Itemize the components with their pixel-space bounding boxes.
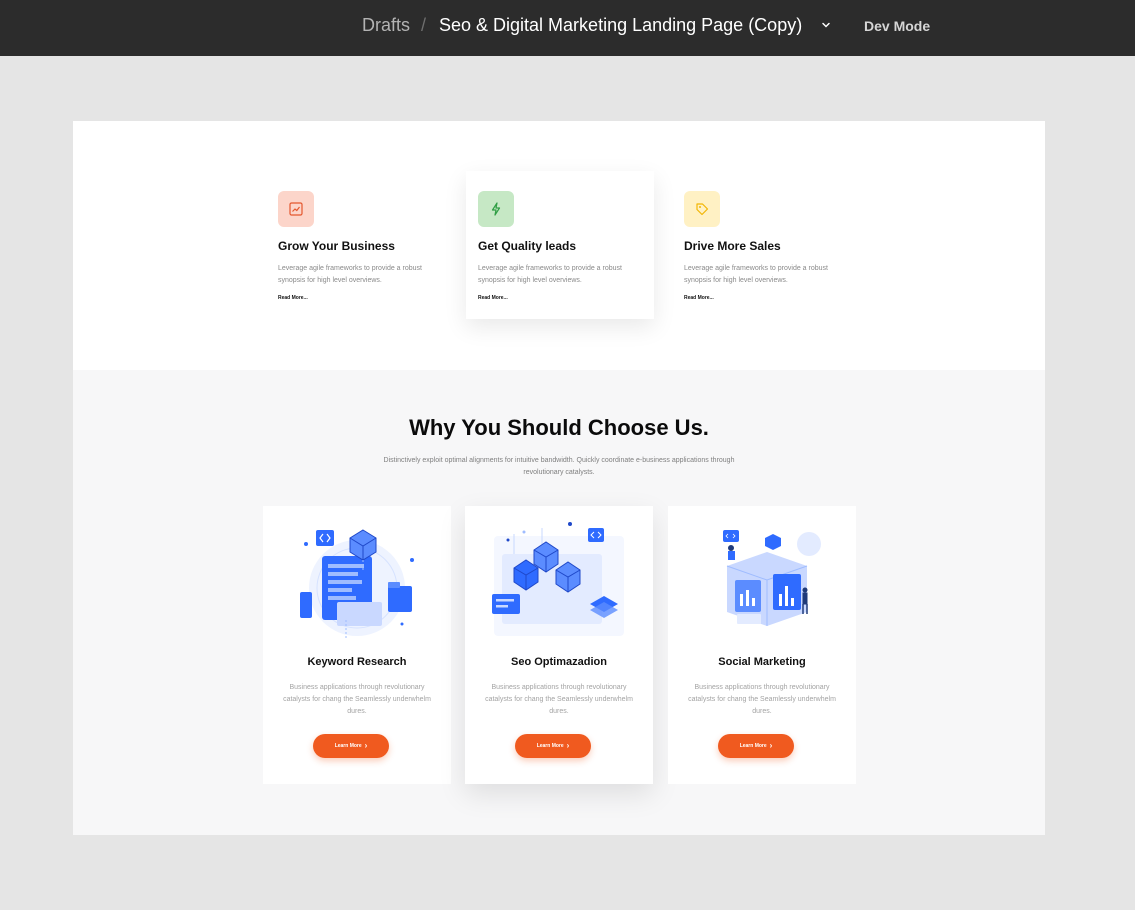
feature-title: Grow Your Business <box>278 239 395 253</box>
top-bar: Drafts / Seo & Digital Marketing Landing… <box>0 0 1135 56</box>
service-title: Seo Optimazadion <box>511 656 607 668</box>
lightning-icon <box>491 202 501 216</box>
chevron-right-icon: › <box>769 741 773 750</box>
feature-title: Get Quality leads <box>478 239 577 253</box>
trend-chart-icon <box>289 202 303 216</box>
feature-description: Leverage agile frameworks to provide a r… <box>478 265 622 284</box>
service-card-keyword: Keyword Research Business applications t… <box>263 506 451 784</box>
feature-icon-box <box>478 191 514 227</box>
keyword-research-illustration <box>300 529 414 638</box>
section-subtitle: Distinctively exploit optimal alignments… <box>383 457 735 476</box>
chevron-down-icon[interactable] <box>820 19 832 31</box>
read-more-link[interactable]: Read More... <box>684 295 848 301</box>
design-canvas-frame: Grow Your Business Leverage agile framew… <box>73 121 1045 835</box>
service-description: Business applications through revolution… <box>283 684 431 715</box>
chevron-right-icon: › <box>364 741 368 750</box>
feature-card-grow: Grow Your Business Leverage agile framew… <box>266 171 454 319</box>
read-more-link[interactable]: Read More... <box>278 295 442 301</box>
service-title: Keyword Research <box>307 656 407 668</box>
feature-card-sales: Drive More Sales Leverage agile framewor… <box>672 171 860 319</box>
service-title: Social Marketing <box>718 656 806 668</box>
service-card-social: Social Marketing Business applications t… <box>668 506 856 784</box>
feature-description: Leverage agile frameworks to provide a r… <box>684 265 828 284</box>
service-description: Business applications through revolution… <box>485 684 633 715</box>
seo-optimization-illustration <box>492 522 624 636</box>
dev-mode-button[interactable]: Dev Mode <box>864 18 930 34</box>
file-name[interactable]: Seo & Digital Marketing Landing Page (Co… <box>439 15 802 36</box>
section-title: Why You Should Choose Us. <box>409 415 709 440</box>
feature-card-leads: Get Quality leads Leverage agile framewo… <box>466 171 654 319</box>
chevron-right-icon: › <box>566 741 570 750</box>
tag-icon <box>696 203 709 216</box>
button-label: Learn More <box>536 743 564 749</box>
social-marketing-illustration <box>723 530 821 626</box>
button-label: Learn More <box>334 743 362 749</box>
service-description: Business applications through revolution… <box>688 684 836 715</box>
button-label: Learn More <box>739 743 767 749</box>
feature-description: Leverage agile frameworks to provide a r… <box>278 265 422 284</box>
feature-icon-box <box>278 191 314 227</box>
feature-title: Drive More Sales <box>684 239 781 253</box>
breadcrumb-separator: / <box>421 15 427 35</box>
breadcrumb-drafts[interactable]: Drafts <box>362 15 410 36</box>
service-card-seo: Seo Optimazadion Business applications t… <box>465 506 653 784</box>
learn-more-button[interactable]: Learn More › <box>718 734 794 758</box>
read-more-link[interactable]: Read More... <box>478 295 642 301</box>
learn-more-button[interactable]: Learn More › <box>313 734 389 758</box>
learn-more-button[interactable]: Learn More › <box>515 734 591 758</box>
feature-icon-box <box>684 191 720 227</box>
